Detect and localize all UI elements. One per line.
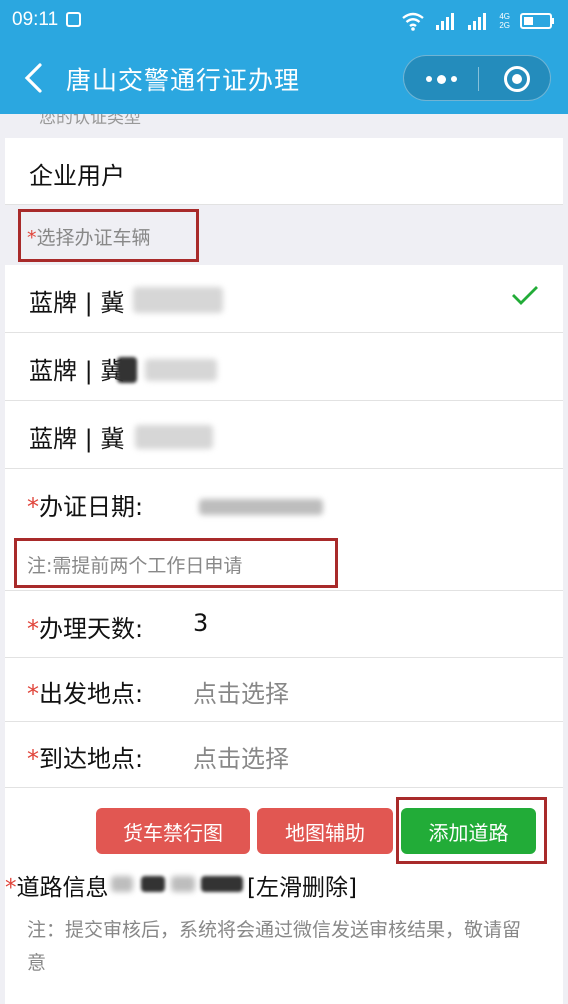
more-dots-icon[interactable] <box>404 56 478 102</box>
required-mark: * <box>27 680 39 708</box>
days-row[interactable]: *办理天数: 3 <box>5 591 563 658</box>
swipe-delete-hint: [左滑删除] <box>247 875 357 901</box>
status-icons: 4G 2G <box>401 8 556 34</box>
signal-icon <box>436 13 455 30</box>
origin-label-text: 出发地点: <box>39 680 144 708</box>
redacted-road <box>141 876 165 892</box>
footer-note: 注：提交审核后，系统将会通过微信发送审核结果，敬请留意 <box>27 919 522 974</box>
vehicle-plate: 蓝牌 | 冀 <box>29 425 125 453</box>
destination-label: *到达地点: <box>27 739 143 774</box>
days-value: 3 <box>193 609 209 637</box>
vehicle-option[interactable]: 蓝牌 | 冀 <box>5 401 563 469</box>
network-2g: 2G <box>499 21 510 30</box>
redacted-road <box>201 876 243 892</box>
days-label-text: 办理天数: <box>39 615 144 643</box>
cert-type-cell: 企业用户 <box>5 138 563 205</box>
vehicle-option[interactable]: 蓝牌 | 冀 <box>5 265 563 333</box>
status-bar: 09:11 4G 2G <box>0 0 568 42</box>
destination-row[interactable]: *到达地点: 点击选择 <box>5 722 563 788</box>
nav-bar: 唐山交警通行证办理 <box>0 42 568 114</box>
network-type: 4G 2G <box>499 12 510 30</box>
notification-icon <box>66 12 81 27</box>
vehicle-plate: 蓝牌 | 冀 <box>29 357 125 385</box>
required-mark: * <box>27 493 39 521</box>
redacted-date <box>199 499 323 515</box>
destination-select[interactable]: 点击选择 <box>193 739 289 774</box>
date-row[interactable]: *办证日期: <box>5 469 563 537</box>
cert-type-value: 企业用户 <box>29 162 125 190</box>
destination-label-text: 到达地点: <box>39 745 144 773</box>
redacted-road <box>171 876 195 892</box>
vehicle-option[interactable]: 蓝牌 | 冀 <box>5 333 563 401</box>
annotation-box-date-hint <box>14 538 338 588</box>
vehicle-plate: 蓝牌 | 冀 <box>29 289 125 317</box>
form-content: 您的认证类型 企业用户 *选择办证车辆 蓝牌 | 冀 蓝牌 | 冀 蓝牌 | 冀… <box>5 114 563 1004</box>
date-label: *办证日期: <box>27 487 143 522</box>
date-label-text: 办证日期: <box>39 493 144 521</box>
battery-icon <box>520 13 554 29</box>
origin-label: *出发地点: <box>27 674 143 709</box>
annotation-box-add-road <box>396 797 547 864</box>
origin-row[interactable]: *出发地点: 点击选择 <box>5 658 563 722</box>
cert-type-label: 您的认证类型 <box>39 114 141 128</box>
cert-type-header: 您的认证类型 <box>5 114 563 138</box>
page-title: 唐山交警通行证办理 <box>66 66 301 95</box>
origin-select[interactable]: 点击选择 <box>193 674 289 709</box>
mini-program-capsule <box>403 55 551 101</box>
redacted-plate <box>117 357 137 383</box>
wifi-icon <box>402 12 425 31</box>
status-time: 09:11 <box>12 9 59 30</box>
signal-2-icon <box>468 13 487 30</box>
back-button[interactable] <box>20 62 50 94</box>
redacted-plate <box>135 425 213 449</box>
required-mark: * <box>27 615 39 643</box>
truck-ban-map-button[interactable]: 货车禁行图 <box>96 808 250 854</box>
days-label: *办理天数: <box>27 609 143 644</box>
capsule-divider <box>478 67 479 91</box>
required-mark: * <box>27 745 39 773</box>
target-close-icon[interactable] <box>504 66 530 92</box>
redacted-plate <box>145 359 217 381</box>
redacted-road <box>111 876 133 892</box>
map-assist-button[interactable]: 地图辅助 <box>257 808 393 854</box>
road-info-label: *道路信息 <box>5 868 109 902</box>
road-info-text: 道路信息 <box>16 875 109 901</box>
network-4g: 4G <box>499 12 510 21</box>
redacted-plate <box>133 287 223 313</box>
required-mark: * <box>5 875 17 901</box>
checkmark-icon <box>512 286 538 305</box>
annotation-box-vehicle <box>18 209 199 262</box>
